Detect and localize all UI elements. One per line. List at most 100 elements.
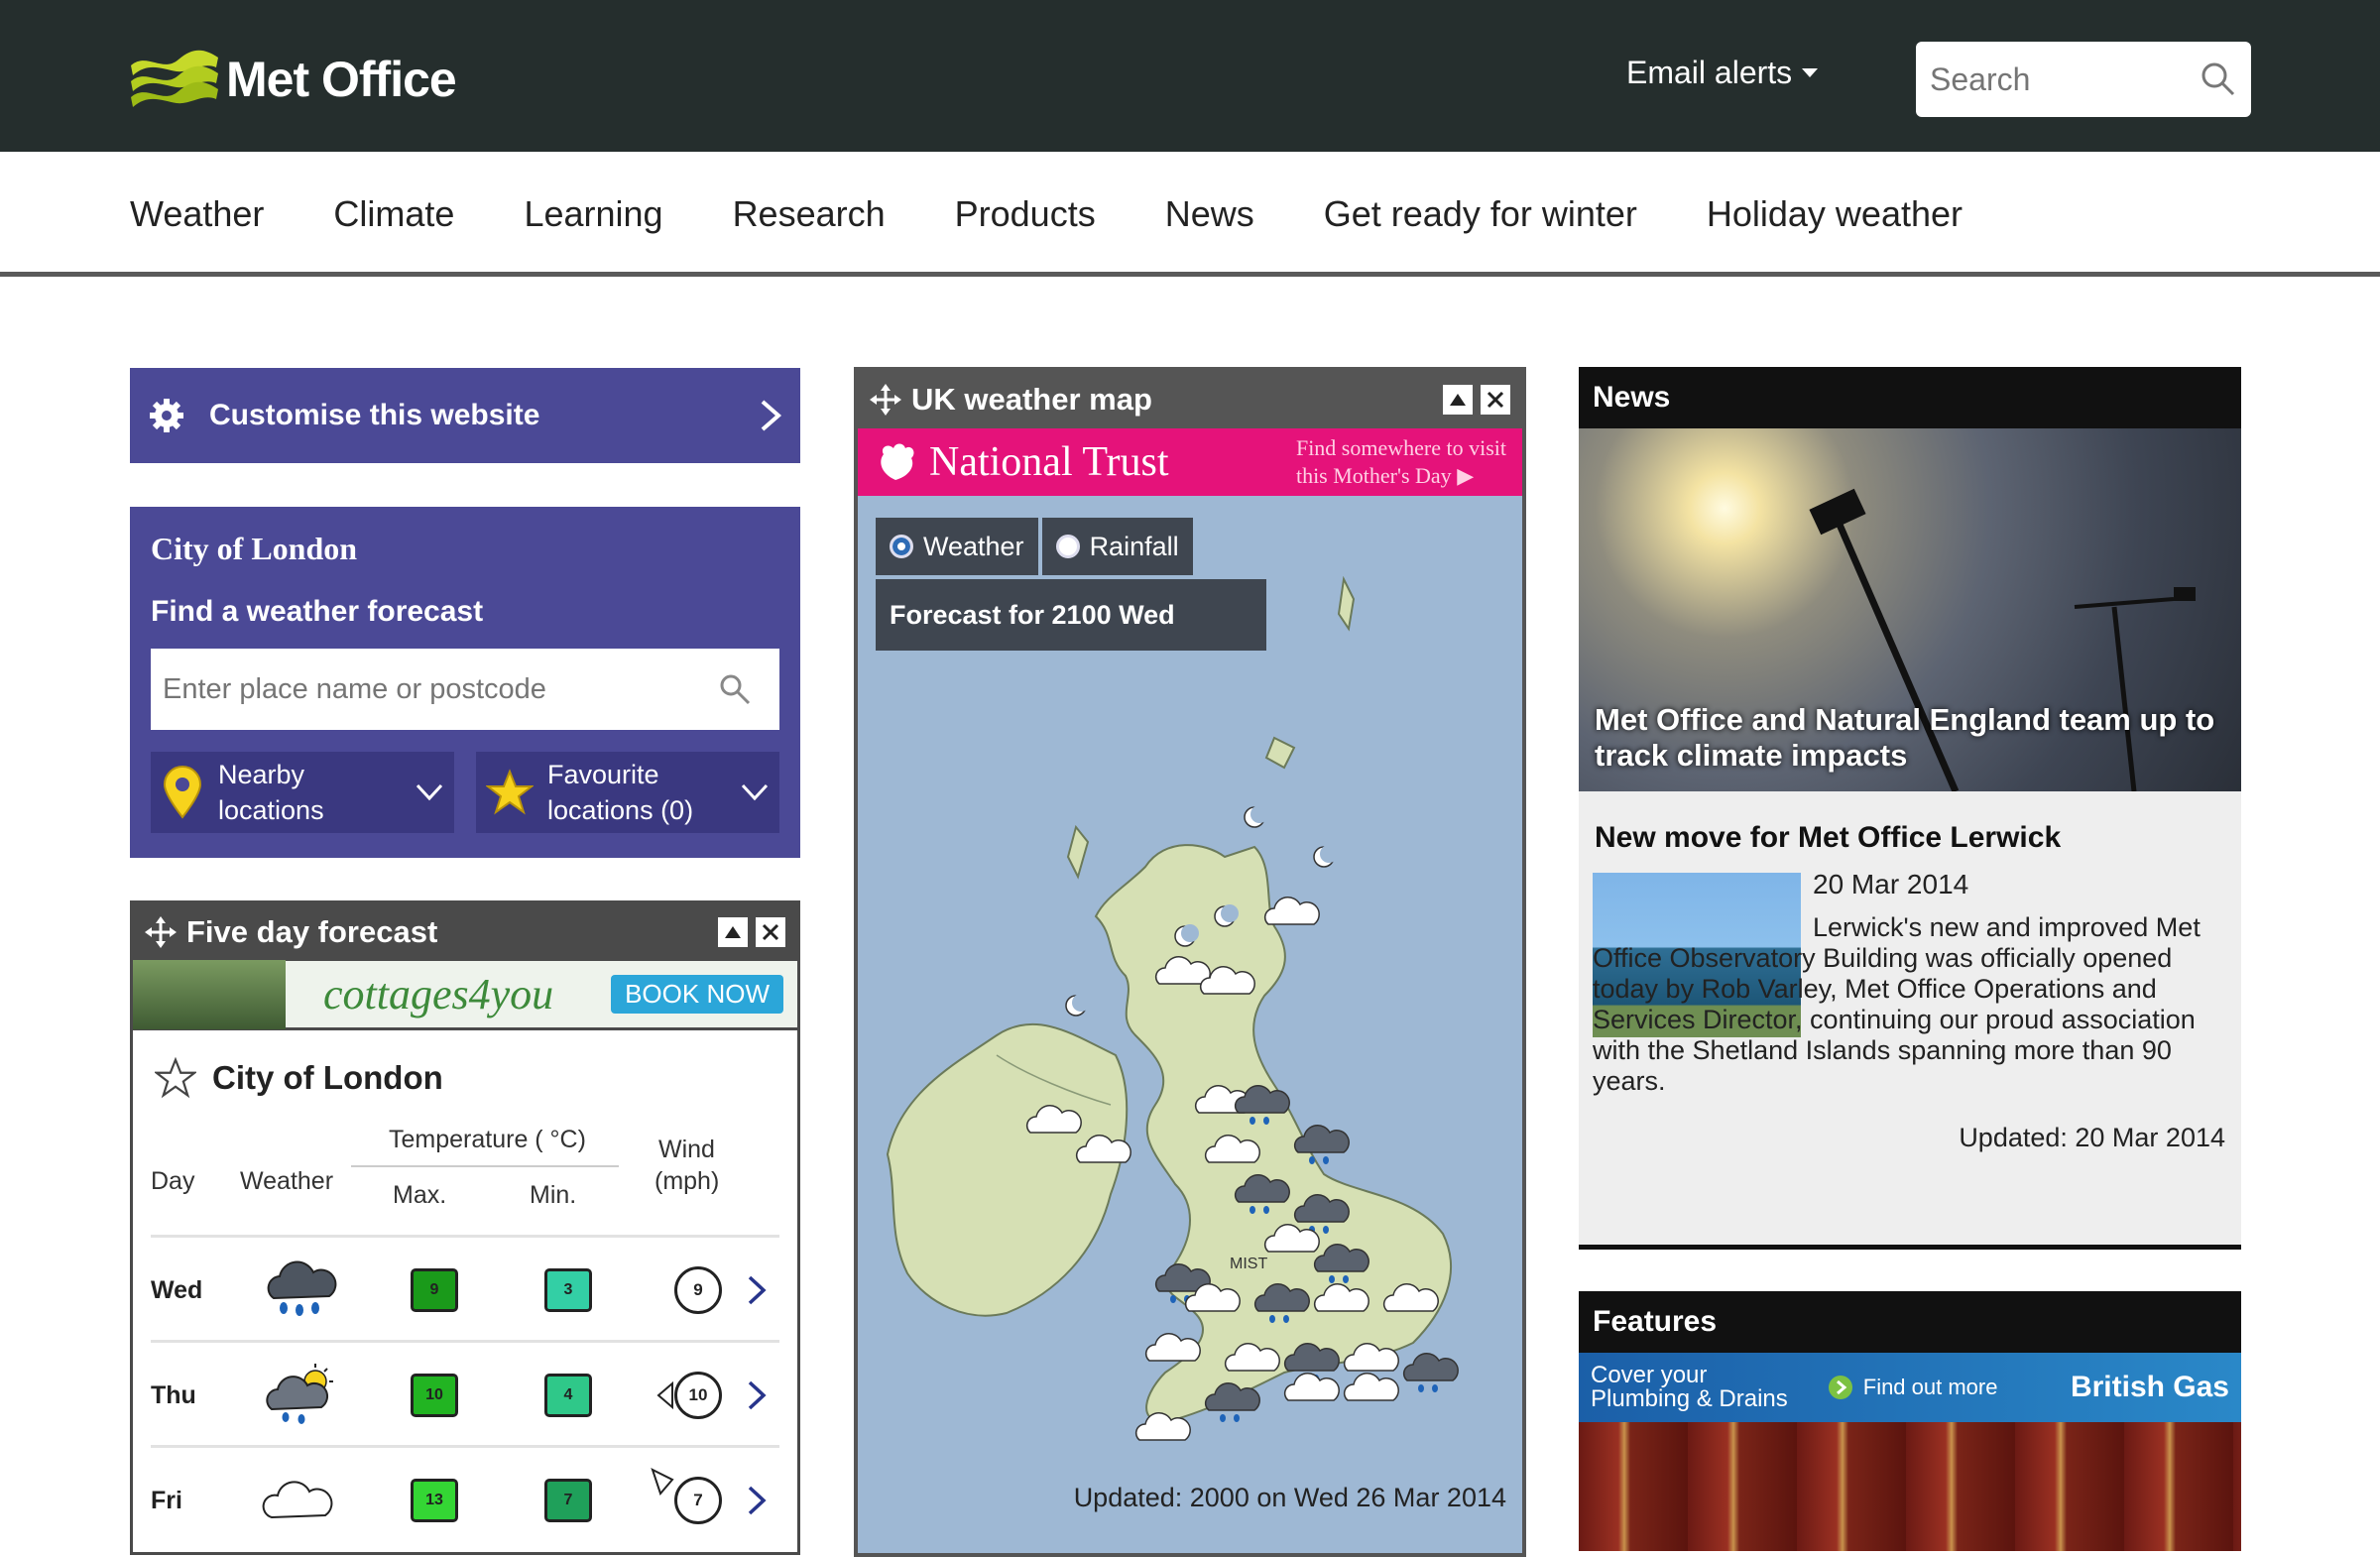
met-office-logo[interactable]: Met Office: [127, 40, 457, 119]
nav-weather[interactable]: Weather: [130, 193, 264, 235]
place-search-input[interactable]: [163, 672, 718, 706]
features-image[interactable]: [1579, 1422, 2241, 1551]
triangle-up-icon: [1450, 394, 1466, 406]
british-gas-advert[interactable]: Cover your Plumbing & Drains Find out mor…: [1579, 1353, 2241, 1422]
met-office-logo-icon: [131, 50, 218, 107]
orkney-islands: [1264, 736, 1296, 770]
collapse-button[interactable]: [718, 917, 748, 947]
favourite-star-icon[interactable]: [155, 1057, 196, 1099]
advert-brand: cottages4you: [323, 970, 554, 1018]
forecast-location: City of London: [212, 1059, 443, 1096]
min-temp-badge: 3: [544, 1268, 592, 1312]
nearby-label-1: Nearby: [218, 760, 305, 789]
nav-climate[interactable]: Climate: [333, 193, 454, 235]
nav-research[interactable]: Research: [733, 193, 886, 235]
nearby-label-2: locations: [218, 795, 324, 825]
advert-line-2: Plumbing & Drains: [1591, 1385, 1788, 1412]
max-temp-badge: 13: [411, 1479, 458, 1522]
row-day: Fri: [151, 1486, 182, 1514]
five-day-forecast-widget: Five day forecast cottages4you BOOK NOW …: [130, 900, 800, 1555]
col-min: Min.: [530, 1181, 577, 1209]
widget-title-bar[interactable]: Five day forecast: [133, 903, 797, 961]
western-isles: [1066, 824, 1090, 880]
cloud-icon: [1283, 1373, 1340, 1401]
cottages-advert[interactable]: cottages4you BOOK NOW: [133, 959, 797, 1030]
customise-website-button[interactable]: Customise this website: [130, 368, 800, 463]
favourite-label-2: locations (0): [547, 795, 694, 825]
cloud-icon: [1263, 897, 1320, 925]
news-panel: News Met Office and Natural England team…: [1579, 367, 2241, 1250]
chevron-down-icon: [741, 783, 769, 801]
features-panel: Features Cover your Plumbing & Drains Fin…: [1579, 1291, 2241, 1551]
chevron-right-icon[interactable]: [746, 1273, 768, 1307]
col-wind: Wind: [658, 1136, 715, 1163]
nav-learning[interactable]: Learning: [524, 193, 662, 235]
move-handle-icon[interactable]: [145, 916, 177, 948]
forecast-row-thu[interactable]: Thu 10 4 10: [151, 1340, 779, 1445]
advert-tagline-1: Find somewhere to visit: [1295, 435, 1506, 460]
header-divider: [351, 1165, 619, 1167]
close-button[interactable]: [1481, 385, 1510, 415]
nav-news[interactable]: News: [1165, 193, 1254, 235]
news-date: 20 Mar 2014: [1813, 869, 1969, 899]
widget-title: Five day forecast: [186, 914, 438, 949]
features-heading: Features: [1579, 1291, 2241, 1353]
favourite-label-1: Favourite: [547, 760, 659, 789]
gear-icon: [150, 399, 183, 432]
radio-selected-icon: [890, 535, 913, 558]
forecast-row-wed[interactable]: Wed 9 3 9: [151, 1235, 779, 1340]
chevron-right-icon[interactable]: [746, 1378, 768, 1412]
forecast-row-fri[interactable]: Fri 13 7 7: [151, 1445, 779, 1550]
nav-products[interactable]: Products: [955, 193, 1096, 235]
logo-text: Met Office: [226, 52, 457, 107]
tab-rainfall[interactable]: Rainfall: [1041, 518, 1193, 575]
move-handle-icon[interactable]: [870, 384, 901, 416]
news-heading: News: [1579, 367, 2241, 428]
triangle-up-icon: [725, 926, 741, 938]
search-icon[interactable]: [2200, 60, 2237, 98]
news-updated: Updated: 20 Mar 2014: [1959, 1123, 2225, 1152]
news-hero-image[interactable]: Met Office and Natural England team up t…: [1579, 428, 2241, 791]
search-icon[interactable]: [718, 672, 752, 706]
close-icon: [762, 923, 779, 941]
nav-holiday-weather[interactable]: Holiday weather: [1707, 193, 1963, 235]
min-temp-badge: 4: [544, 1374, 592, 1417]
star-icon: [486, 769, 534, 815]
wind-speed-dial: 7: [674, 1477, 722, 1524]
wind-direction-arrow-icon: [656, 1380, 673, 1410]
news-headline[interactable]: New move for Met Office Lerwick: [1579, 791, 2241, 855]
tab-weather[interactable]: Weather: [876, 518, 1038, 575]
customise-label: Customise this website: [209, 399, 540, 431]
book-now-button[interactable]: BOOK NOW: [611, 975, 783, 1014]
find-out-more-link[interactable]: Find out more: [1828, 1375, 1997, 1400]
sun-cloud-rain-icon: [260, 1343, 343, 1448]
national-trust-advert[interactable]: National Trust Find somewhere to visit th…: [858, 428, 1522, 496]
news-article: 20 Mar 2014 Lerwick's new and improved M…: [1579, 855, 2241, 1212]
tab-rainfall-label: Rainfall: [1089, 531, 1179, 561]
search-box: [1916, 42, 2251, 117]
map-updated-text: Updated: 2000 on Wed 26 Mar 2014: [1073, 1483, 1506, 1512]
col-wind-unit: (mph): [654, 1167, 720, 1195]
collapse-button[interactable]: [1443, 385, 1473, 415]
rain-cloud-icon: [1402, 1353, 1459, 1392]
wind-speed-dial: 9: [674, 1266, 722, 1314]
favourite-locations-dropdown[interactable]: Favourite locations (0): [476, 752, 779, 833]
forecast-time-label[interactable]: Forecast for 2100 Wed: [876, 579, 1266, 651]
close-button[interactable]: [756, 917, 785, 947]
col-day: Day: [151, 1167, 195, 1195]
nav-get-ready-for-winter[interactable]: Get ready for winter: [1324, 193, 1637, 235]
email-alerts-menu[interactable]: Email alerts: [1626, 55, 1819, 91]
chevron-right-icon[interactable]: [746, 1484, 768, 1517]
moon-icon: [1244, 805, 1268, 828]
widget-title-bar[interactable]: UK weather map: [858, 371, 1522, 428]
row-day: Thu: [151, 1380, 196, 1409]
shetland-islands: [1337, 575, 1356, 632]
nearby-locations-dropdown[interactable]: Nearby locations: [151, 752, 454, 833]
min-temp-badge: 7: [544, 1479, 592, 1522]
search-input[interactable]: [1930, 60, 2178, 98]
heavy-rain-cloud-icon: [260, 1238, 339, 1343]
email-alerts-label: Email alerts: [1626, 55, 1793, 90]
wind-speed-dial: 10: [674, 1372, 722, 1419]
col-temperature: Temperature ( °C): [389, 1126, 586, 1153]
news-hero-caption: Met Office and Natural England team up t…: [1595, 702, 2215, 773]
